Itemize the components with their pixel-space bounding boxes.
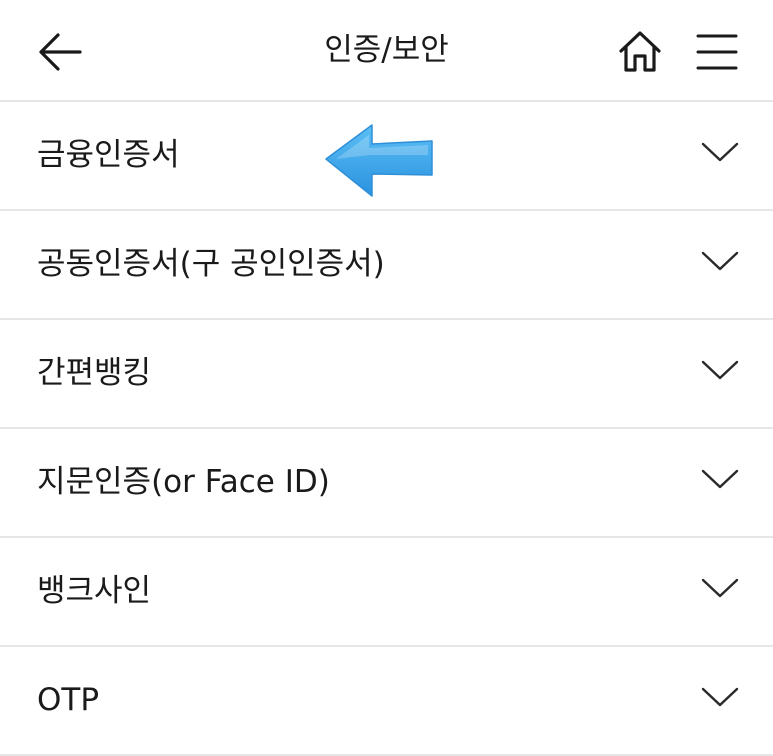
list-item-label: 지문인증(or Face ID) bbox=[37, 464, 330, 500]
list-item-label: OTP bbox=[37, 682, 100, 718]
list-item-financial-certificate[interactable]: 금융인증서 bbox=[0, 102, 773, 211]
home-button[interactable] bbox=[612, 24, 668, 80]
arrow-left-icon bbox=[39, 33, 82, 71]
hamburger-menu-icon bbox=[696, 34, 738, 70]
list-item-otp[interactable]: OTP bbox=[0, 647, 773, 756]
home-icon bbox=[619, 31, 661, 72]
list-item-label: 공동인증서(구 공인인증서) bbox=[37, 246, 385, 282]
chevron-down-icon bbox=[701, 142, 739, 162]
chevron-down-icon bbox=[701, 578, 739, 598]
chevron-down-icon bbox=[701, 360, 739, 380]
chevron-down-icon bbox=[701, 687, 739, 707]
app-header: 인증/보안 bbox=[0, 0, 773, 102]
list-item-label: 금융인증서 bbox=[37, 137, 180, 173]
list-item-label: 간편뱅킹 bbox=[37, 355, 152, 391]
back-button[interactable] bbox=[30, 24, 90, 80]
security-menu-list: 금융인증서 공동인증서(구 공인인증서) 간편뱅킹 지문인증(or Face I… bbox=[0, 102, 773, 756]
list-item-banksign[interactable]: 뱅크사인 bbox=[0, 538, 773, 647]
chevron-down-icon bbox=[701, 251, 739, 271]
list-item-fingerprint-auth[interactable]: 지문인증(or Face ID) bbox=[0, 429, 773, 538]
list-item-label: 뱅크사인 bbox=[37, 573, 152, 609]
list-item-simple-banking[interactable]: 간편뱅킹 bbox=[0, 320, 773, 429]
list-item-joint-certificate[interactable]: 공동인증서(구 공인인증서) bbox=[0, 211, 773, 320]
menu-button[interactable] bbox=[690, 26, 744, 78]
chevron-down-icon bbox=[701, 469, 739, 489]
